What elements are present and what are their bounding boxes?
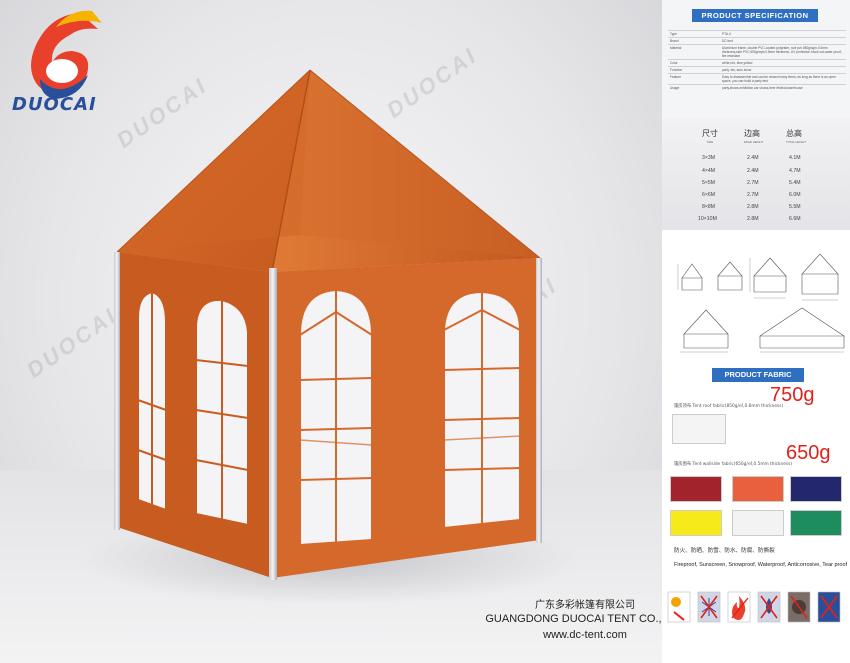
spec-column: PRODUCT SPECIFICATION Type PTA-4 Brand DC … [662,0,850,663]
no-tear-icon [817,591,841,623]
fabric-title: PRODUCT FABRIC [712,368,804,382]
table-row: Color white,red, blue,yellow [668,59,846,67]
size-cell: 3×3M [702,155,716,161]
size-cell: 2.4M [747,168,759,174]
product-sheet: DUOCAI DUOCAI DUOCAI DUOCAI DUOCAI [0,0,850,663]
logo-wordmark: DUOCAI [12,94,97,115]
wall-weight: 650g [786,442,831,464]
spec-table: Type PTA-4 Brand DC tent Material Aluminium… [668,30,846,91]
spec-key: Color [668,59,720,67]
spec-key: Usage [668,84,720,91]
spec-value: PTA-4 [720,30,846,38]
spec-title: PRODUCT SPECIFICATION [692,9,818,22]
property-icons [667,591,841,623]
table-row: Type PTA-4 [668,30,846,38]
swatch-navy [790,476,842,502]
spec-key: Brand [668,37,720,45]
size-cell: 4.7M [789,168,801,174]
sun-icon [667,591,691,623]
spec-key: Type [668,30,720,38]
spec-value: white,red, blue,yellow [720,59,846,67]
properties-cn: 防火、防晒、防雪、防水、防腐、防撕裂 [674,548,775,554]
size-cell: 5.5M [789,204,801,210]
size-cell: 4.1M [789,155,801,161]
spec-value: party,shows,exhibition,car shows,beer fe… [720,84,846,91]
swatch-white [732,510,784,536]
size-cell: 10×10M [698,216,717,222]
table-row: Feature Easy to disassemble and can be re… [668,73,846,85]
company-website[interactable]: www.dc-tent.com [470,629,662,641]
size-cell: 8×8M [702,204,716,210]
size-cell: 2.8M [747,204,759,210]
size-cell: 5.4M [789,180,801,186]
spec-value: Easy to disassemble and can be reused ma… [720,73,846,85]
swatch-orange [732,476,784,502]
swatch-roof-white [672,414,726,444]
size-cell: 5×5M [702,180,716,186]
size-table: 尺寸 边高 总高 SIZE EDGE HEIGHT TOTAL HEIGHT 3… [662,118,850,230]
table-row: Usage party,shows,exhibition,car shows,be… [668,84,846,91]
size-cell: 2.7M [747,192,759,198]
company-name-en: GUANGDONG DUOCAI TENT CO., LTD [485,613,662,625]
table-row: Brand DC tent [668,37,846,45]
company-name-cn: 广东多彩帐篷有限公司 [535,600,635,611]
edge-height-header: 边高 [744,129,760,138]
edge-height-subheader: EDGE HEIGHT [744,140,764,144]
total-height-header: 总高 [786,129,802,138]
no-snow-icon [697,591,721,623]
size-cell: 6.0M [789,192,801,198]
corrosion-icon [787,591,811,623]
table-row: Material Aluminium frame, double PVC-coat… [668,44,846,60]
wall-fabric-label: 篷房围布 Tent wallside fabric(650g/㎡,0.5mm t… [674,462,793,467]
no-water-icon [757,591,781,623]
swatch-dark-red [670,476,722,502]
spec-value: party, fair, auto show [720,66,846,74]
spec-key: Material [668,44,720,60]
size-subheader: SIZE [707,140,714,144]
spec-value: DC tent [720,37,846,45]
spec-section: PRODUCT SPECIFICATION Type PTA-4 Brand DC … [662,0,850,118]
size-cell: 4×4M [702,168,716,174]
fire-icon [727,591,751,623]
spec-value: Aluminium frame, double PVC-coated polye… [720,44,846,60]
size-cell: 2.4M [747,155,759,161]
size-cell: 6.6M [789,216,801,222]
properties-en: Fireproof, Sunscreen, Snowproof, Waterpr… [674,562,848,568]
total-height-subheader: TOTAL HEIGHT [786,140,806,144]
size-cell: 2.8M [747,216,759,222]
size-header: 尺寸 [702,129,718,138]
spec-key: Function [668,66,720,74]
spec-key: Feature [668,73,720,85]
dimension-drawings [677,253,845,353]
product-photo-panel: DUOCAI DUOCAI DUOCAI DUOCAI DUOCAI [0,0,662,663]
swatch-yellow [670,510,722,536]
roof-fabric-label: 篷房顶布 Tent roof fabric(850g/㎡,0.6mm thick… [674,404,784,409]
size-cell: 2.7M [747,180,759,186]
size-cell: 6×6M [702,192,716,198]
swatch-green [790,510,842,536]
table-row: Function party, fair, auto show [668,66,846,74]
